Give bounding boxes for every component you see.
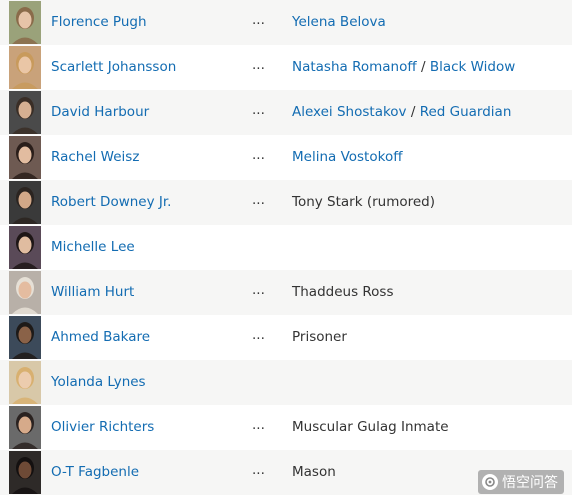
character-text: Thaddeus Ross xyxy=(292,284,394,300)
actor-photo[interactable] xyxy=(9,451,41,494)
character-name: Muscular Gulag Inmate xyxy=(292,419,449,435)
actor-photo[interactable] xyxy=(9,91,41,134)
actor-name-link[interactable]: Yolanda Lynes xyxy=(51,374,146,390)
cast-row: William Hurt... Thaddeus Ross xyxy=(0,270,572,315)
actor-photo[interactable] xyxy=(9,271,41,314)
actor-photo[interactable] xyxy=(9,226,41,269)
character-name: Natasha Romanoff / Black Widow xyxy=(292,59,515,75)
cast-row: David Harbour... Alexei Shostakov / Red G… xyxy=(0,90,572,135)
cast-list: Florence Pugh... Yelena Belova Scarlett Jo… xyxy=(0,0,572,495)
actor-name-link[interactable]: Ahmed Bakare xyxy=(51,329,150,345)
character-name: Alexei Shostakov / Red Guardian xyxy=(292,104,511,120)
actor-name-link[interactable]: Rachel Weisz xyxy=(51,149,139,165)
character-text: Muscular Gulag Inmate xyxy=(292,419,449,435)
ellipsis: ... xyxy=(252,192,265,208)
cast-row: Scarlett Johansson... Natasha Romanoff / … xyxy=(0,45,572,90)
ellipsis: ... xyxy=(252,147,265,163)
character-link[interactable]: Melina Vostokoff xyxy=(292,149,403,165)
actor-name-link[interactable]: Robert Downey Jr. xyxy=(51,194,171,210)
ellipsis: ... xyxy=(252,282,265,298)
character-text: Tony Stark (rumored) xyxy=(292,194,436,210)
actor-photo[interactable] xyxy=(9,316,41,359)
character-text: Mason xyxy=(292,464,336,480)
actor-photo[interactable] xyxy=(9,181,41,224)
actor-name-link[interactable]: O-T Fagbenle xyxy=(51,464,139,480)
character-link[interactable]: Black Widow xyxy=(430,59,516,75)
cast-row: Olivier Richters... Muscular Gulag Inmate xyxy=(0,405,572,450)
ellipsis: ... xyxy=(252,102,265,118)
ellipsis: ... xyxy=(252,417,265,433)
actor-name-link[interactable]: Olivier Richters xyxy=(51,419,154,435)
character-link[interactable]: Natasha Romanoff xyxy=(292,59,417,75)
ellipsis: ... xyxy=(252,327,265,343)
character-link[interactable]: Red Guardian xyxy=(420,104,512,120)
character-name: Melina Vostokoff xyxy=(292,149,403,165)
actor-photo[interactable] xyxy=(9,406,41,449)
actor-photo[interactable] xyxy=(9,1,41,44)
actor-photo[interactable] xyxy=(9,361,41,404)
ellipsis: ... xyxy=(252,12,265,28)
cast-row: Yolanda Lynes xyxy=(0,360,572,405)
cast-row: Michelle Lee xyxy=(0,225,572,270)
cast-row: Robert Downey Jr.... Tony Stark (rumored) xyxy=(0,180,572,225)
character-link[interactable]: Alexei Shostakov xyxy=(292,104,407,120)
character-text: Prisoner xyxy=(292,329,347,345)
wukong-logo-icon xyxy=(482,474,498,490)
actor-name-link[interactable]: David Harbour xyxy=(51,104,149,120)
cast-row: Ahmed Bakare... Prisoner xyxy=(0,315,572,360)
actor-photo[interactable] xyxy=(9,46,41,89)
actor-name-link[interactable]: Florence Pugh xyxy=(51,14,147,30)
cast-row: Florence Pugh... Yelena Belova xyxy=(0,0,572,45)
actor-name-link[interactable]: Michelle Lee xyxy=(51,239,135,255)
character-name: Prisoner xyxy=(292,329,347,345)
character-name: Yelena Belova xyxy=(292,14,386,30)
character-link[interactable]: Yelena Belova xyxy=(292,14,386,30)
character-text: / xyxy=(406,104,420,120)
watermark: 悟空问答 xyxy=(478,470,564,494)
actor-name-link[interactable]: William Hurt xyxy=(51,284,134,300)
ellipsis: ... xyxy=(252,57,265,73)
cast-row: Rachel Weisz... Melina Vostokoff xyxy=(0,135,572,180)
character-name: Tony Stark (rumored) xyxy=(292,194,435,210)
character-name: Thaddeus Ross xyxy=(292,284,394,300)
watermark-text: 悟空问答 xyxy=(502,475,558,491)
actor-photo[interactable] xyxy=(9,136,41,179)
character-name: Mason xyxy=(292,464,336,480)
actor-name-link[interactable]: Scarlett Johansson xyxy=(51,59,176,75)
ellipsis: ... xyxy=(252,462,265,478)
character-text: / xyxy=(416,59,430,75)
